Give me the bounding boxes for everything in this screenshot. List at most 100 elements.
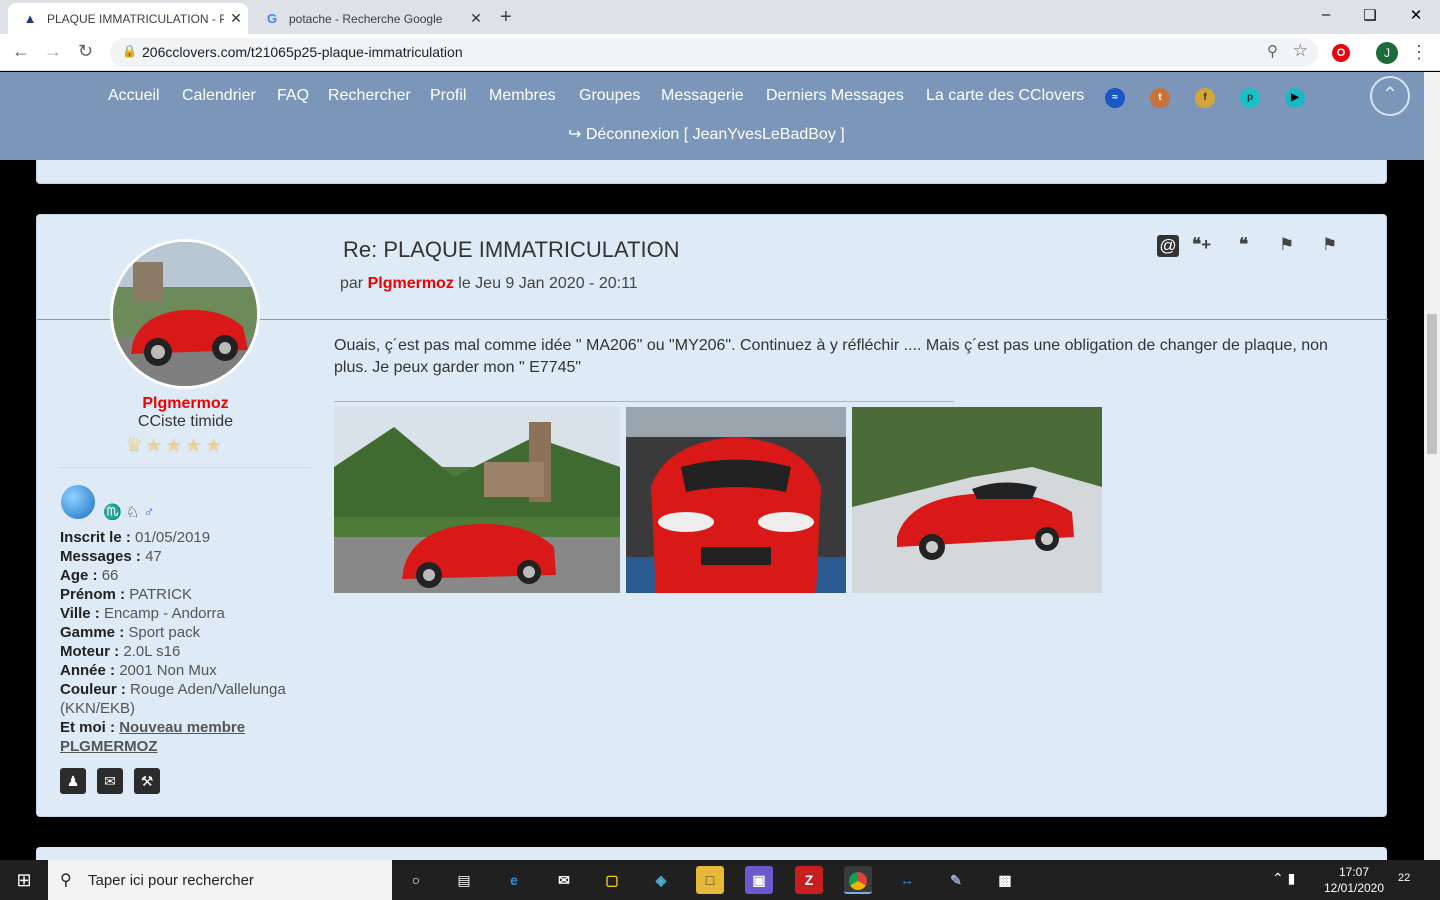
nav-derniers-messages[interactable]: Derniers Messages — [766, 87, 904, 105]
moderate-flag-icon[interactable]: ⚑ — [1322, 235, 1337, 255]
nav-calendrier[interactable]: Calendrier — [182, 87, 256, 105]
forum-post: Re: PLAQUE IMMATRICULATION par Plgmermoz… — [36, 214, 1388, 817]
store-icon[interactable]: ▢ — [598, 866, 626, 894]
vpn-icon[interactable]: ◈ — [647, 866, 675, 894]
chevron-up-icon: ⌃ — [1272, 870, 1284, 886]
back-button[interactable]: ← — [12, 41, 30, 62]
nav-profil[interactable]: Profil — [430, 87, 466, 105]
page-scrollbar[interactable] — [1424, 72, 1440, 860]
user-avatar[interactable] — [110, 239, 260, 389]
nav-membres[interactable]: Membres — [489, 87, 556, 105]
scrollbar-thumb[interactable] — [1427, 314, 1437, 454]
post-body: Ouais, ç´est pas mal comme idée " MA206"… — [334, 337, 1328, 376]
filezilla-icon[interactable]: Z — [795, 866, 823, 894]
quote-icon[interactable]: ❝ — [1239, 235, 1248, 255]
field-gamme: Gamme : Sport pack — [60, 624, 201, 641]
nav-accueil[interactable]: Accueil — [108, 87, 160, 105]
user-name[interactable]: Plgmermoz — [37, 395, 334, 413]
post-image-1[interactable] — [334, 407, 620, 593]
meta-prefix: par — [340, 275, 364, 292]
field-moteur: Moteur : 2.0L s16 — [60, 643, 181, 660]
field-annee: Année : 2001 Non Mux — [60, 662, 217, 679]
taskbar-clock[interactable]: 17:07 12/01/2020 — [1318, 864, 1390, 896]
multi-quote-icon[interactable]: ❝+ — [1192, 235, 1211, 255]
minimize-button[interactable]: – — [1306, 6, 1346, 23]
private-message-button[interactable]: ✉ — [97, 768, 123, 794]
post-image-2[interactable] — [626, 407, 846, 593]
nav-carte-cclovers[interactable]: La carte des CClovers — [926, 87, 1084, 105]
taskbar-search[interactable]: ⚲ Taper ici pour rechercher — [48, 860, 392, 900]
post-image-3[interactable] — [852, 407, 1102, 593]
extension-icon[interactable]: O — [1332, 44, 1350, 62]
task-view-icon[interactable]: ▤ — [450, 866, 478, 894]
chrome-icon[interactable] — [844, 866, 872, 894]
new-tab-button[interactable]: + — [500, 6, 512, 29]
forward-button[interactable]: → — [44, 41, 62, 62]
address-bar[interactable]: 🔒 206cclovers.com/t21065p25-plaque-immat… — [110, 38, 1318, 67]
male-icon: ♂ — [143, 504, 155, 521]
profile-button[interactable]: ♟ — [60, 768, 86, 794]
profile-avatar[interactable]: J — [1376, 42, 1398, 64]
field-age: Age : 66 — [60, 567, 119, 584]
nav-groupes[interactable]: Groupes — [579, 87, 640, 105]
edge-icon[interactable]: e — [500, 866, 528, 894]
clock-time: 17:07 — [1338, 865, 1370, 879]
tools-button[interactable]: ⚒ — [134, 768, 160, 794]
logout-icon: ↪ — [568, 126, 586, 143]
zoom-icon[interactable]: ⚲ — [1267, 42, 1278, 60]
tab-inactive[interactable]: G potache - Recherche Google ✕ — [250, 3, 488, 34]
logout-link[interactable]: ↪ Déconnexion [ JeanYvesLeBadBoy ] — [568, 124, 845, 144]
mail-icon[interactable]: ✉ — [550, 866, 578, 894]
tab-active[interactable]: ▲ PLAQUE IMMATRICULATION - Pa ✕ — [8, 3, 248, 34]
window-close-button[interactable]: ✕ — [1396, 6, 1436, 24]
report-flag-icon[interactable]: ⚑ — [1279, 235, 1294, 255]
nav-faq[interactable]: FAQ — [277, 87, 309, 105]
teamviewer-icon[interactable]: ↔ — [893, 866, 921, 894]
app-icon[interactable]: ▣ — [745, 866, 773, 894]
url-text: 206cclovers.com/t21065p25-plaque-immatri… — [142, 44, 463, 60]
notification-center-icon[interactable]: 22 — [1398, 868, 1410, 886]
battery-icon: ▮ — [1287, 870, 1296, 886]
body-divider — [334, 401, 954, 402]
nav-messagerie[interactable]: Messagerie — [661, 87, 744, 105]
post-author-link[interactable]: Plgmermoz — [368, 275, 454, 292]
field-ville: Ville : Encamp - Andorra — [60, 605, 225, 622]
field-inscrit: Inscrit le : 01/05/2019 — [60, 529, 211, 546]
mention-icon[interactable]: @ — [1157, 235, 1179, 257]
twitter-icon[interactable]: t — [1150, 88, 1170, 108]
tab-title: potache - Recherche Google — [289, 11, 443, 26]
video-editor-icon[interactable]: ▩ — [991, 866, 1019, 894]
nav-rechercher[interactable]: Rechercher — [328, 87, 411, 105]
field-couleur: Couleur : Rouge Aden/Vallelunga (KKN/EKB… — [60, 681, 286, 717]
field-messages: Messages : 47 — [60, 548, 162, 565]
rss-icon[interactable]: ≈ — [1105, 88, 1125, 108]
page-viewport: Accueil Calendrier FAQ Rechercher Profil… — [0, 72, 1424, 860]
logout-label: Déconnexion [ JeanYvesLeBadBoy ] — [585, 126, 845, 143]
site-favicon-icon: ▲ — [23, 11, 37, 26]
notepad-icon[interactable]: ✎ — [942, 866, 970, 894]
chinese-sign-icon: ♘ — [125, 504, 140, 521]
pinterest-icon[interactable]: p — [1240, 88, 1260, 108]
maximize-button[interactable]: ❏ — [1350, 6, 1390, 24]
windows-start-icon[interactable]: ⊞ — [0, 860, 48, 900]
reload-button[interactable]: ↻ — [78, 41, 93, 62]
youtube-icon[interactable]: ▶ — [1285, 88, 1305, 108]
scorpio-icon: ♏ — [103, 504, 122, 521]
cortana-icon[interactable]: ○ — [402, 866, 430, 894]
close-icon[interactable]: ✕ — [464, 10, 488, 27]
close-icon[interactable]: ✕ — [224, 10, 248, 27]
user-profile-fields: Inscrit le : 01/05/2019 Messages : 47 Ag… — [60, 528, 310, 756]
tools-icon: ⚒ — [140, 773, 154, 789]
field-prenom: Prénom : PATRICK — [60, 586, 192, 603]
bookmark-star-icon[interactable]: ☆ — [1293, 41, 1308, 61]
user-icon: ♟ — [66, 773, 80, 789]
user-status-icons: ♏ ♘ ♂ — [103, 503, 155, 521]
kebab-menu-icon[interactable]: ⋮ — [1410, 42, 1428, 63]
file-explorer-icon[interactable]: □ — [696, 866, 724, 894]
facebook-icon[interactable]: f — [1195, 88, 1215, 108]
system-tray[interactable]: ⌃ ▮ — [1272, 870, 1295, 887]
browser-tab-bar: ▲ PLAQUE IMMATRICULATION - Pa ✕ G potach… — [0, 0, 1440, 34]
scroll-top-button[interactable]: ⌃ — [1370, 76, 1410, 116]
post-title[interactable]: Re: PLAQUE IMMATRICULATION — [343, 237, 680, 263]
field-et-moi: Et moi : Nouveau membre PLGMERMOZ — [60, 719, 246, 755]
